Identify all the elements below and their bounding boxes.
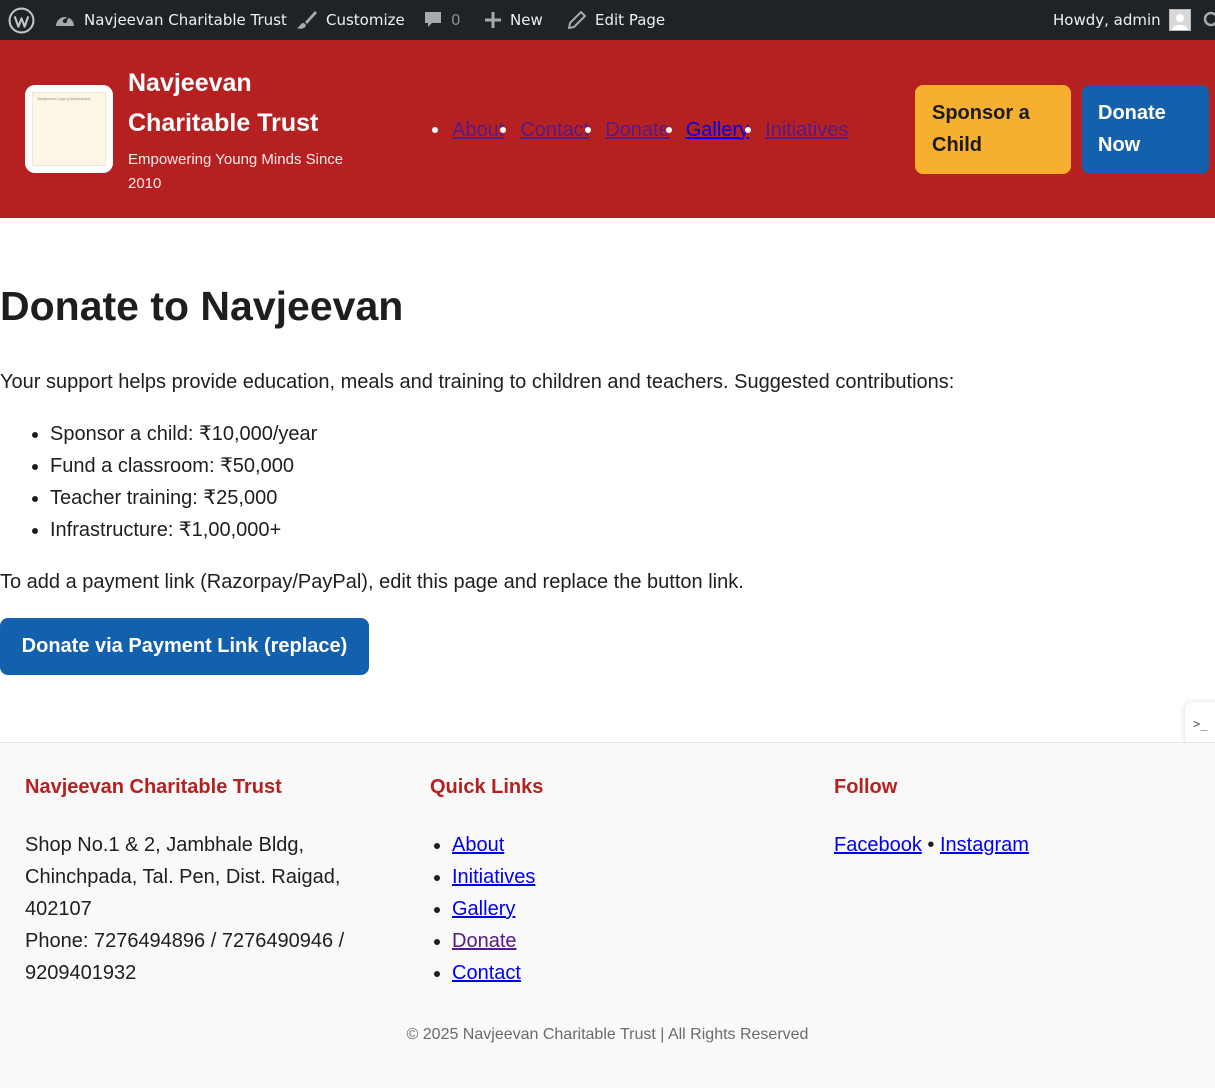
footer-quick-links: About Initiatives Gallery Donate Contact [452,829,535,989]
logo-placeholder-image: Navjeevan Logo (placeholder) [32,92,106,166]
nav-link-initiatives[interactable]: Initiatives [765,119,848,142]
intro-paragraph: Your support helps provide education, me… [0,371,955,393]
edit-page-link[interactable]: Edit Page [567,0,665,40]
search-icon [1202,11,1215,29]
list-item: Donate [452,925,535,957]
site-title[interactable]: Navjeevan Charitable Trust [128,63,368,143]
new-content-menu[interactable]: New [484,0,543,40]
sponsor-child-button[interactable]: Sponsor a Child [915,85,1071,174]
footer-link-about[interactable]: About [452,834,504,856]
terminal-icon: >_ [1193,717,1208,731]
comments-link[interactable]: 0 [423,0,461,40]
contribution-list: Sponsor a child: ₹10,000/year Fund a cla… [50,418,317,546]
customize-label: Customize [326,11,405,29]
site-logo[interactable]: Navjeevan Logo (placeholder) [25,85,113,173]
phone-text: Phone: 7276494896 / 7276490946 / 9209401… [25,930,345,984]
site-header: Navjeevan Logo (placeholder) Navjeevan C… [0,40,1215,218]
site-tagline: Empowering Young Minds Since 2010 [128,151,344,192]
footer-social-links: Facebook • Instagram [834,829,1029,861]
wordpress-logo-icon [8,7,35,34]
nav-item-initiatives: Initiatives [749,119,848,142]
footer-follow-heading: Follow [834,776,898,798]
pencil-icon [567,10,587,30]
avatar-icon [1168,9,1191,31]
nav-item-about: About [432,119,504,142]
address-text: Shop No.1 & 2, Jambhale Bldg, Chinchpada… [25,834,341,920]
payment-note: To add a payment link (Razorpay/PayPal),… [0,571,744,593]
footer-org-heading: Navjeevan Charitable Trust [25,776,282,798]
customize-link[interactable]: Customize [296,0,405,40]
admin-search[interactable] [1202,0,1215,40]
comment-bubble-icon [423,10,443,30]
logo-placeholder-text: Navjeevan Logo (placeholder) [37,96,91,101]
nav-item-donate: Donate [589,119,670,142]
list-item: Fund a classroom: ₹50,000 [50,450,317,482]
plus-icon [484,11,502,29]
primary-navigation: About Contact Donate Gallery Initiatives [432,115,848,145]
edit-page-label: Edit Page [595,11,666,29]
footer-quick-links-heading: Quick Links [430,776,544,798]
list-item: Teacher training: ₹25,000 [50,482,317,514]
instagram-link[interactable]: Instagram [940,834,1029,856]
paintbrush-icon [296,10,318,30]
dashboard-icon [54,10,76,30]
donate-now-button[interactable]: Donate Now [1082,85,1209,174]
page-title: Donate to Navjeevan [0,283,404,329]
comments-count: 0 [451,11,461,29]
list-item: About [452,829,535,861]
site-footer: Navjeevan Charitable Trust Shop No.1 & 2… [0,742,1215,1088]
social-separator: • [927,834,935,856]
nav-item-contact: Contact [504,119,589,142]
nav-link-contact[interactable]: Contact [520,119,589,142]
wp-logo-menu[interactable] [8,0,35,40]
list-item: Sponsor a child: ₹10,000/year [50,418,317,450]
list-item: Contact [452,957,535,989]
footer-link-contact[interactable]: Contact [452,962,521,984]
footer-link-donate[interactable]: Donate [452,930,517,952]
nav-link-about[interactable]: About [452,119,504,142]
site-name-label: Navjeevan Charitable Trust [84,11,287,29]
admin-bar: Navjeevan Charitable Trust Customize 0 N… [0,0,1215,40]
facebook-link[interactable]: Facebook [834,834,922,856]
nav-link-gallery[interactable]: Gallery [686,119,749,142]
footer-link-gallery[interactable]: Gallery [452,898,515,920]
list-item: Gallery [452,893,535,925]
nav-link-donate[interactable]: Donate [605,119,670,142]
copyright-text: © 2025 Navjeevan Charitable Trust | All … [406,1026,809,1043]
footer-address: Shop No.1 & 2, Jambhale Bldg, Chinchpada… [25,829,405,989]
list-item: Initiatives [452,861,535,893]
site-name-menu[interactable]: Navjeevan Charitable Trust [54,0,287,40]
howdy-label: Howdy, admin [1053,11,1161,29]
nav-item-gallery: Gallery [670,119,749,142]
floating-side-widget[interactable]: >_ [1185,702,1215,746]
footer-link-initiatives[interactable]: Initiatives [452,866,535,888]
my-account-menu[interactable]: Howdy, admin [1053,0,1191,40]
donate-payment-link-button[interactable]: Donate via Payment Link (replace) [0,618,369,675]
list-item: Infrastructure: ₹1,00,000+ [50,514,317,546]
new-label: New [510,11,543,29]
